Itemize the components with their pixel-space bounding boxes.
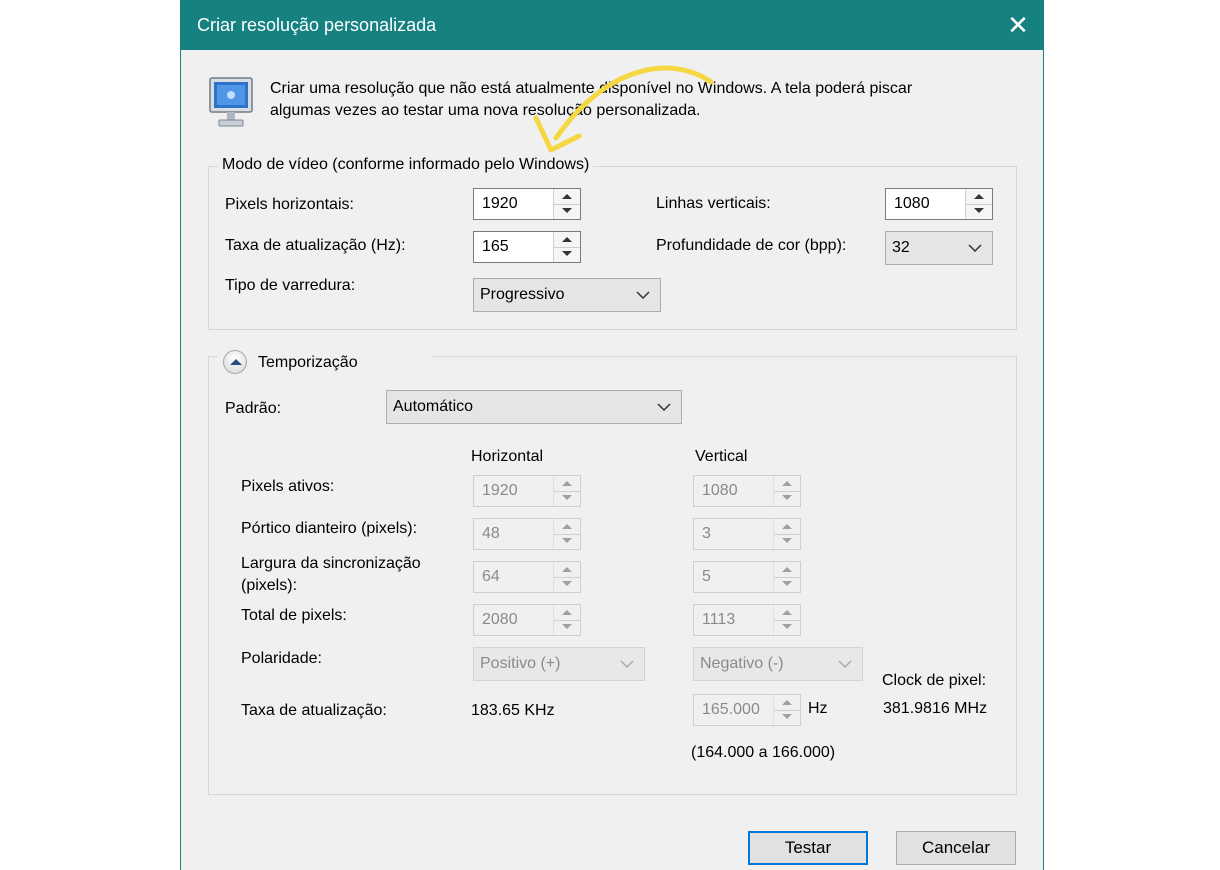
front-porch-h-spinbox: 48 — [473, 518, 581, 550]
standard-label: Padrão: — [225, 400, 282, 417]
sync-width-label-line2: (pixels): — [241, 577, 298, 594]
vertical-refresh-unit: Hz — [808, 700, 828, 717]
color-depth-value: 32 — [892, 239, 910, 256]
annotation-arrow-icon — [533, 65, 714, 153]
sync-width-v-value: 5 — [702, 568, 711, 585]
scan-type-label: Tipo de varredura: — [225, 277, 356, 294]
vertical-lines-label: Linhas verticais: — [656, 195, 771, 212]
chevron-down-icon — [968, 244, 982, 252]
chevron-down-icon — [636, 291, 650, 299]
pixel-clock-value: 381.9816 MHz — [883, 700, 988, 717]
total-pixels-v-spinbox: 1113 — [693, 604, 801, 636]
standard-value: Automático — [393, 398, 474, 415]
horizontal-header: Horizontal — [471, 448, 544, 465]
sync-width-h-value: 64 — [482, 568, 500, 585]
spin-down-icon[interactable] — [966, 204, 992, 219]
spin-down-icon — [774, 620, 800, 635]
monitor-icon — [209, 77, 253, 127]
spin-up-icon — [774, 562, 800, 578]
dialog-title: Criar resolução personalizada — [197, 15, 437, 35]
refresh-rate-spinbox[interactable]: 165 — [473, 231, 581, 263]
spin-down-icon — [554, 620, 580, 635]
spin-up-icon — [554, 519, 580, 535]
vertical-refresh-spinbox: 165.000 — [693, 694, 801, 726]
color-depth-label: Profundidade de cor (bpp): — [656, 237, 847, 254]
polarity-v-value: Negativo (-) — [700, 655, 784, 672]
spin-up-icon[interactable] — [554, 189, 580, 205]
active-pixels-v-value: 1080 — [702, 482, 738, 499]
active-pixels-v-spinbox: 1080 — [693, 475, 801, 507]
sync-width-v-spinbox: 5 — [693, 561, 801, 593]
collapse-icon[interactable] — [223, 350, 247, 374]
spin-down-icon — [554, 491, 580, 506]
active-pixels-h-value: 1920 — [482, 482, 518, 499]
spin-up-icon — [774, 476, 800, 492]
horizontal-pixels-spinbox[interactable]: 1920 — [473, 188, 581, 220]
spin-down-icon — [774, 491, 800, 506]
chevron-down-icon — [838, 660, 852, 668]
spin-down-icon — [774, 710, 800, 725]
cancel-button[interactable]: Cancelar — [896, 831, 1016, 865]
front-porch-label: Pórtico dianteiro (pixels): — [241, 520, 418, 537]
total-pixels-h-value: 2080 — [482, 611, 518, 628]
spin-up-icon[interactable] — [554, 232, 580, 248]
total-pixels-label: Total de pixels: — [241, 607, 347, 624]
front-porch-v-value: 3 — [702, 525, 711, 542]
chevron-down-icon — [657, 403, 671, 411]
pixel-clock-label: Clock de pixel: — [882, 672, 987, 689]
polarity-h-value: Positivo (+) — [480, 655, 561, 672]
spin-down-icon — [554, 534, 580, 549]
front-porch-h-value: 48 — [482, 525, 500, 542]
spin-down-icon — [774, 534, 800, 549]
timing-refresh-label: Taxa de atualização: — [241, 702, 387, 719]
horizontal-pixels-value: 1920 — [482, 195, 518, 212]
standard-select[interactable]: Automático — [386, 390, 682, 424]
horizontal-refresh-value: 183.65 KHz — [471, 702, 555, 719]
dialog-window: Criar resolução personalizada ✕ Criar um… — [180, 0, 1044, 870]
close-icon[interactable]: ✕ — [1003, 10, 1033, 40]
total-pixels-v-value: 1113 — [702, 611, 736, 628]
spin-up-icon — [554, 562, 580, 578]
timing-legend: Temporização — [258, 354, 358, 371]
horizontal-pixels-label: Pixels horizontais: — [225, 196, 354, 213]
polarity-v-select: Negativo (-) — [693, 647, 863, 681]
scan-type-select[interactable]: Progressivo — [473, 278, 661, 312]
spin-down-icon[interactable] — [554, 204, 580, 219]
spin-down-icon — [554, 577, 580, 592]
active-pixels-h-spinbox: 1920 — [473, 475, 581, 507]
spin-up-icon[interactable] — [966, 189, 992, 205]
test-button[interactable]: Testar — [748, 831, 868, 865]
spin-up-icon — [554, 476, 580, 492]
polarity-label: Polaridade: — [241, 650, 322, 667]
scan-type-value: Progressivo — [480, 286, 565, 303]
active-pixels-label: Pixels ativos: — [241, 478, 335, 495]
title-bar: Criar resolução personalizada ✕ — [181, 0, 1043, 50]
total-pixels-h-spinbox: 2080 — [473, 604, 581, 636]
vertical-lines-value: 1080 — [894, 195, 930, 212]
spin-down-icon — [774, 577, 800, 592]
polarity-h-select: Positivo (+) — [473, 647, 645, 681]
sync-width-h-spinbox: 64 — [473, 561, 581, 593]
spin-up-icon — [774, 519, 800, 535]
front-porch-v-spinbox: 3 — [693, 518, 801, 550]
vertical-lines-spinbox[interactable]: 1080 — [885, 188, 993, 220]
spin-up-icon — [774, 605, 800, 621]
color-depth-select[interactable]: 32 — [885, 231, 993, 265]
vertical-header: Vertical — [695, 448, 748, 465]
sync-width-label-line1: Largura da sincronização — [241, 555, 421, 572]
refresh-rate-label: Taxa de atualização (Hz): — [225, 237, 406, 254]
refresh-range: (164.000 a 166.000) — [691, 744, 836, 761]
vertical-refresh-value: 165.000 — [702, 701, 760, 718]
refresh-rate-value: 165 — [482, 238, 509, 255]
spin-up-icon — [774, 695, 800, 711]
spin-up-icon — [554, 605, 580, 621]
chevron-down-icon — [620, 660, 634, 668]
spin-down-icon[interactable] — [554, 247, 580, 262]
